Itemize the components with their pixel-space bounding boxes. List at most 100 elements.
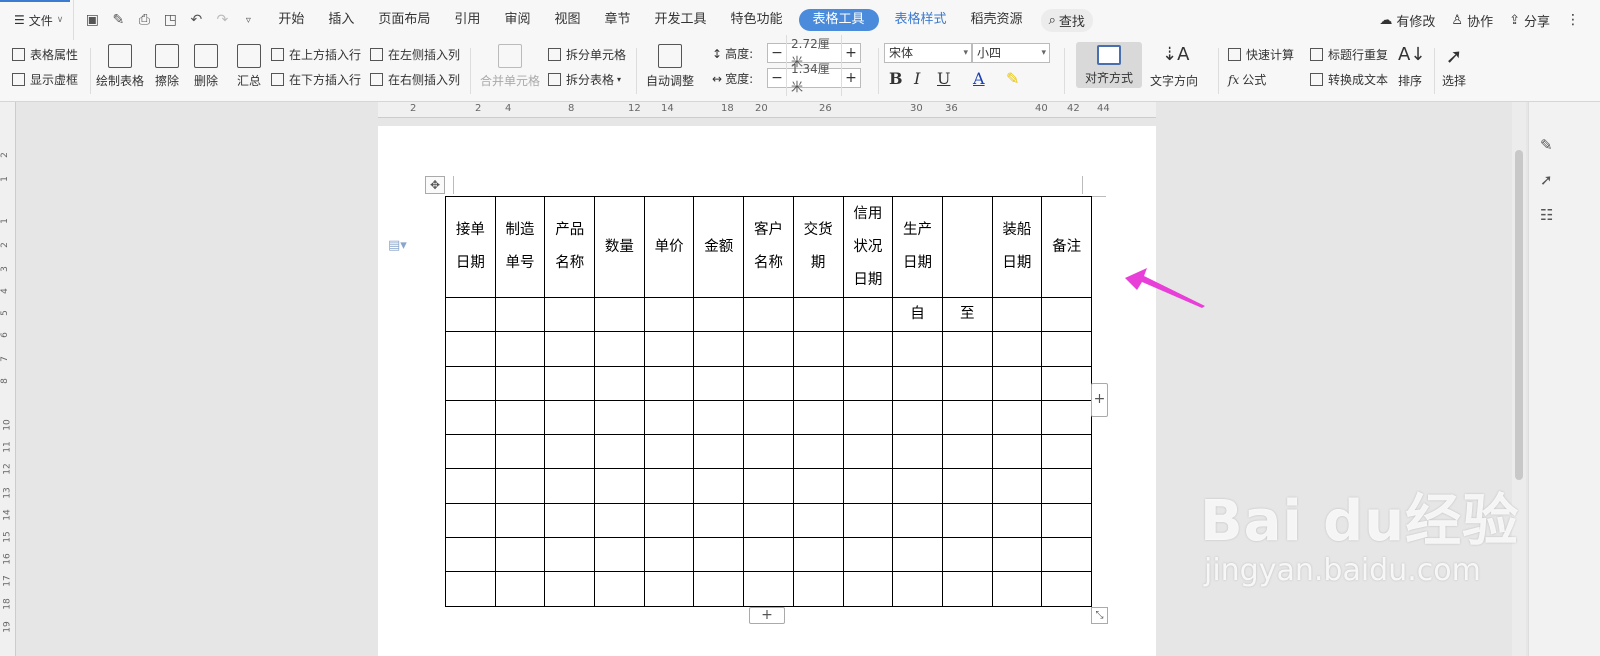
font-size-select[interactable]: 小四 ▾: [972, 43, 1050, 63]
table-cell[interactable]: [991, 434, 1043, 470]
table-cell[interactable]: [991, 537, 1043, 573]
table-cell[interactable]: [1041, 537, 1092, 573]
table-cell[interactable]: [445, 571, 496, 607]
quick-calc-button[interactable]: 快速计算: [1228, 46, 1294, 63]
tab-table-tools[interactable]: 表格工具: [798, 9, 879, 31]
table-cell[interactable]: [941, 434, 993, 470]
table-cell[interactable]: [941, 365, 993, 401]
table-cell[interactable]: [643, 502, 695, 539]
table-cell[interactable]: [842, 502, 894, 539]
table-cell[interactable]: [991, 296, 1043, 333]
insert-left-button[interactable]: 在左侧插入列: [370, 46, 460, 63]
auto-fit-button[interactable]: 自动调整: [646, 44, 694, 89]
table-cell[interactable]: [842, 468, 894, 504]
table-cell[interactable]: [643, 399, 695, 436]
table-cell[interactable]: [494, 331, 546, 367]
header-cell[interactable]: 客户 名称: [743, 196, 794, 298]
table-cell[interactable]: [941, 468, 993, 504]
more-options-icon[interactable]: ⋮: [1566, 12, 1580, 28]
table-cell[interactable]: [743, 399, 794, 436]
undo-icon[interactable]: ↶: [188, 12, 204, 28]
table-cell[interactable]: [445, 434, 496, 470]
summary-button[interactable]: 汇总: [237, 44, 261, 89]
increase-width-button[interactable]: +: [842, 69, 860, 87]
search-button[interactable]: ⌕ 查找: [1040, 8, 1093, 32]
table-cell[interactable]: [445, 296, 496, 333]
table-cell[interactable]: [792, 434, 844, 470]
table-cell[interactable]: [643, 365, 695, 401]
table-cell[interactable]: [594, 399, 645, 436]
scrollbar-thumb[interactable]: [1515, 150, 1523, 480]
table-cell[interactable]: [643, 571, 695, 607]
table-cell[interactable]: [693, 434, 745, 470]
font-color-button[interactable]: A: [973, 69, 985, 88]
font-name-select[interactable]: 宋体 ▾: [884, 43, 972, 63]
underline-button[interactable]: U: [937, 69, 950, 88]
table-cell[interactable]: [941, 502, 993, 539]
header-cell[interactable]: 金额: [693, 196, 745, 298]
table-cell[interactable]: [743, 365, 794, 401]
merge-cells-button[interactable]: 合并单元格: [480, 44, 540, 89]
table-cell[interactable]: [544, 296, 596, 333]
table-cell[interactable]: [693, 502, 745, 539]
table-cell[interactable]: [544, 571, 596, 607]
table-cell[interactable]: [743, 468, 794, 504]
table-cell[interactable]: [544, 365, 596, 401]
text-direction-button[interactable]: ⇣A 文字方向: [1150, 44, 1198, 89]
split-cells-button[interactable]: 拆分单元格: [548, 46, 626, 63]
share-button[interactable]: ⇪ 分享: [1509, 11, 1550, 30]
table-cell[interactable]: [594, 468, 645, 504]
table-cell[interactable]: [792, 468, 844, 504]
table-cell[interactable]: [693, 399, 745, 436]
table-cell[interactable]: [1041, 468, 1092, 504]
bold-button[interactable]: B: [889, 69, 903, 88]
select-button[interactable]: ➚ 选择: [1442, 44, 1466, 89]
table-cell[interactable]: [792, 365, 844, 401]
sort-button[interactable]: A↓ 排序: [1398, 44, 1425, 89]
table-cell[interactable]: [494, 434, 546, 470]
highlight-icon[interactable]: ✎: [1006, 69, 1019, 88]
table-cell[interactable]: [494, 365, 546, 401]
table-cell[interactable]: [892, 502, 943, 539]
table-cell[interactable]: [544, 331, 596, 367]
draw-table-button[interactable]: 绘制表格: [96, 44, 144, 89]
table-cell[interactable]: [991, 571, 1043, 607]
table-cell[interactable]: [792, 571, 844, 607]
table-cell[interactable]: [594, 331, 645, 367]
convert-text-button[interactable]: 转换成文本: [1310, 71, 1388, 88]
table-cell[interactable]: [1041, 296, 1092, 333]
table-cell[interactable]: [1041, 571, 1092, 607]
table-cell[interactable]: [693, 365, 745, 401]
header-cell[interactable]: [941, 196, 993, 298]
horizontal-ruler[interactable]: 2 2 4 8 12 14 18 20 26 30 36 40 42 44: [378, 102, 1156, 118]
table-cell[interactable]: [643, 331, 695, 367]
table-cell[interactable]: [445, 365, 496, 401]
pen-icon[interactable]: ✎: [1540, 136, 1553, 154]
table-cell[interactable]: [544, 434, 596, 470]
table-cell[interactable]: [743, 331, 794, 367]
file-menu[interactable]: ☰ 文件 ∨: [0, 0, 75, 40]
table-cell[interactable]: [1041, 365, 1092, 401]
resize-table-icon[interactable]: ⤡: [1091, 607, 1108, 624]
table-cell[interactable]: [1041, 502, 1092, 539]
show-gridlines-button[interactable]: 显示虚框: [12, 71, 78, 88]
table-cell[interactable]: [743, 502, 794, 539]
table-cell[interactable]: [941, 571, 993, 607]
table-cell[interactable]: [842, 399, 894, 436]
table-cell[interactable]: [693, 296, 745, 333]
cursor-icon[interactable]: ➚: [1540, 171, 1553, 189]
table-cell[interactable]: [1041, 331, 1092, 367]
insert-above-button[interactable]: 在上方插入行: [271, 46, 361, 63]
table-cell[interactable]: [494, 571, 546, 607]
tab-view[interactable]: 视图: [542, 0, 592, 40]
table-cell[interactable]: [792, 399, 844, 436]
table-cell[interactable]: [842, 537, 894, 573]
formula-button[interactable]: fx 公式: [1228, 71, 1266, 88]
erase-button[interactable]: 擦除: [155, 44, 179, 89]
table-cell[interactable]: [544, 502, 596, 539]
table-cell[interactable]: [445, 331, 496, 367]
insert-right-button[interactable]: 在右侧插入列: [370, 71, 460, 88]
table-cell[interactable]: [594, 537, 645, 573]
header-cell[interactable]: 数量: [594, 196, 645, 298]
header-cell[interactable]: 信用 状况 日期: [842, 196, 894, 298]
